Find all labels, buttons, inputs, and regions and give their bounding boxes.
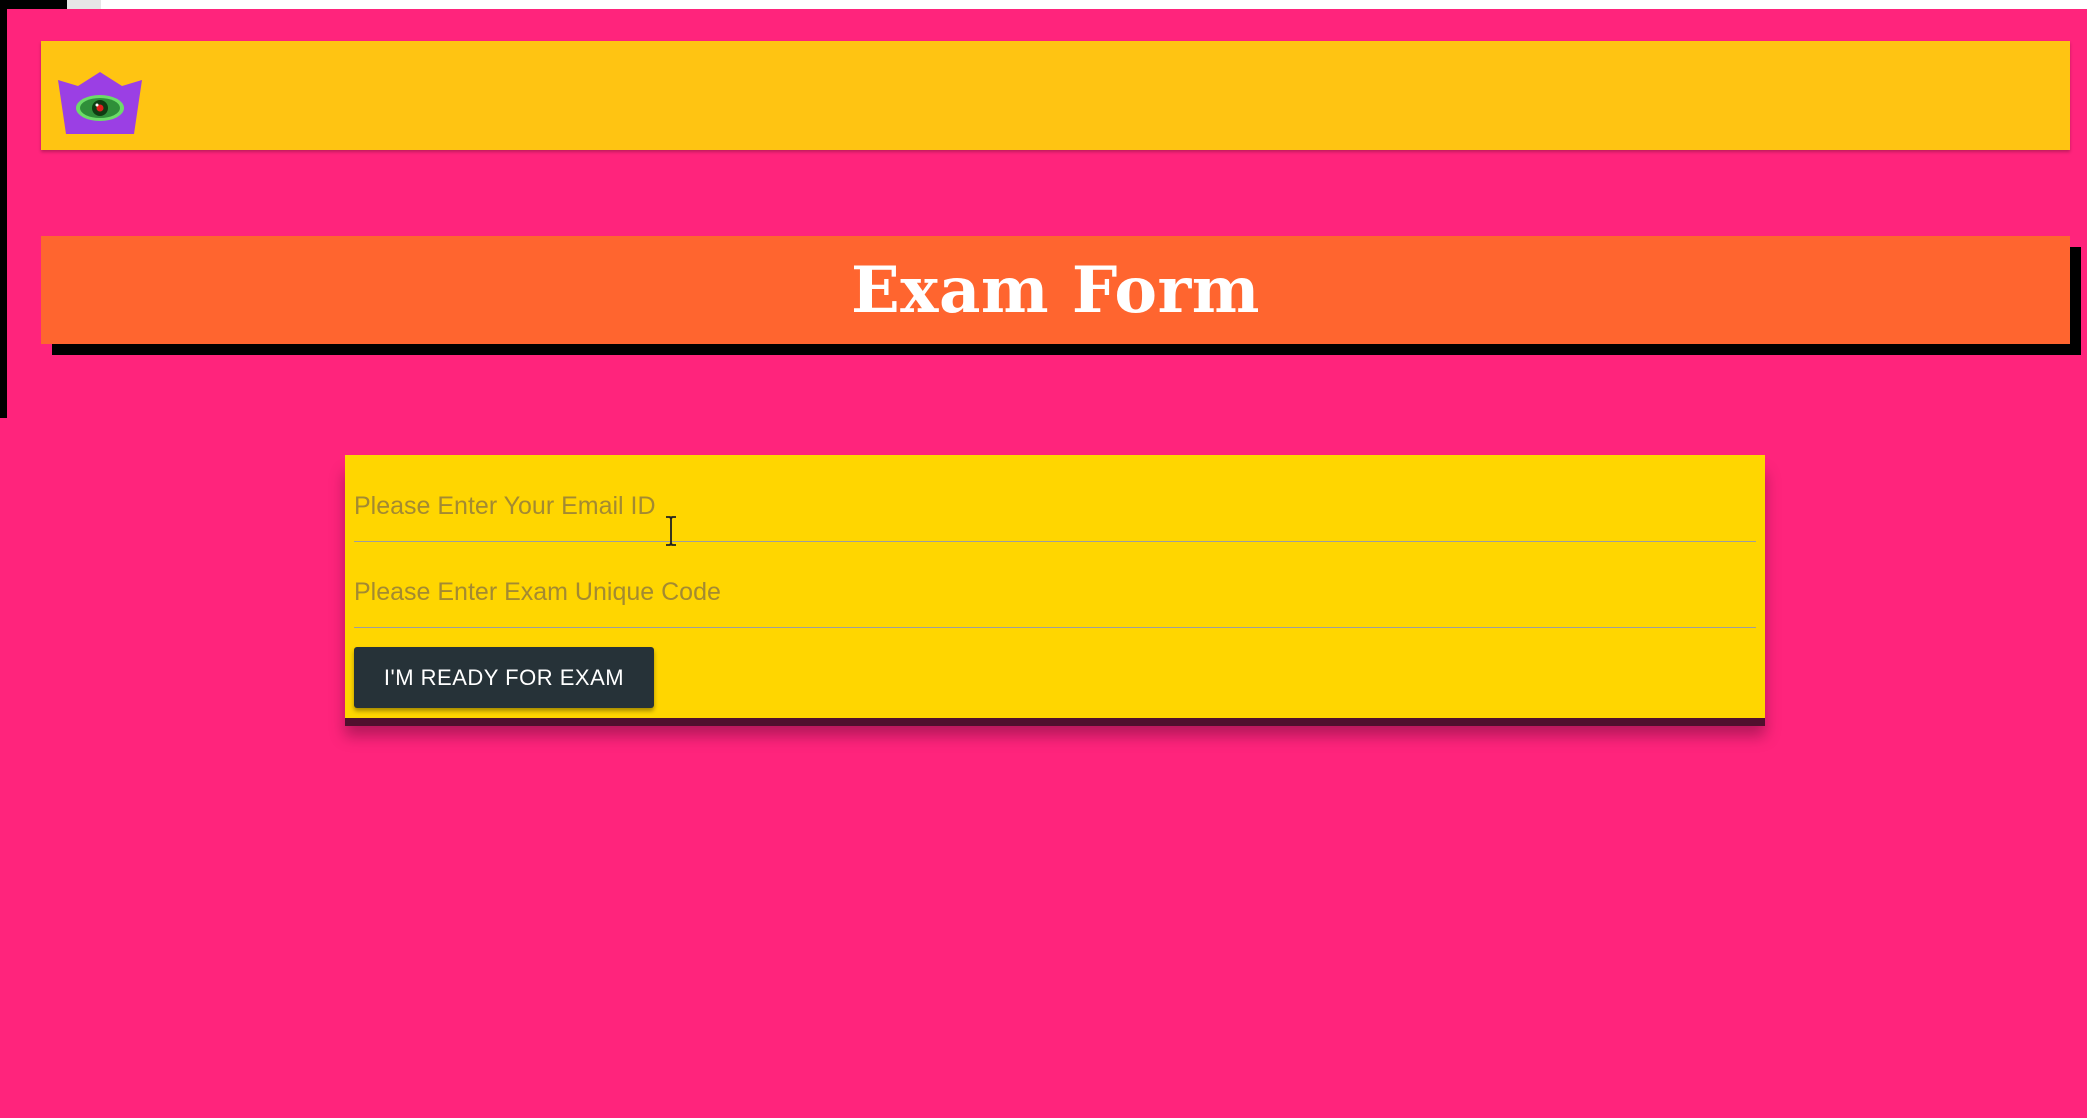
text-cursor-icon — [665, 516, 677, 546]
window-left-edge — [0, 0, 7, 418]
exam-form-card: I'M READY FOR EXAM — [345, 455, 1765, 718]
ready-for-exam-button[interactable]: I'M READY FOR EXAM — [354, 647, 654, 708]
window-top-accent — [67, 0, 101, 9]
exam-code-field-container — [354, 548, 1756, 628]
email-field-container — [354, 455, 1756, 542]
eye-logo-icon[interactable] — [58, 72, 142, 134]
title-banner: Exam Form — [41, 236, 2070, 344]
top-navbar — [41, 41, 2070, 150]
exam-code-input[interactable] — [354, 578, 1756, 607]
email-input[interactable] — [354, 492, 1756, 521]
window-top-strip — [67, 0, 2087, 9]
page-title: Exam Form — [851, 252, 1260, 328]
window-corner-top — [0, 0, 67, 9]
